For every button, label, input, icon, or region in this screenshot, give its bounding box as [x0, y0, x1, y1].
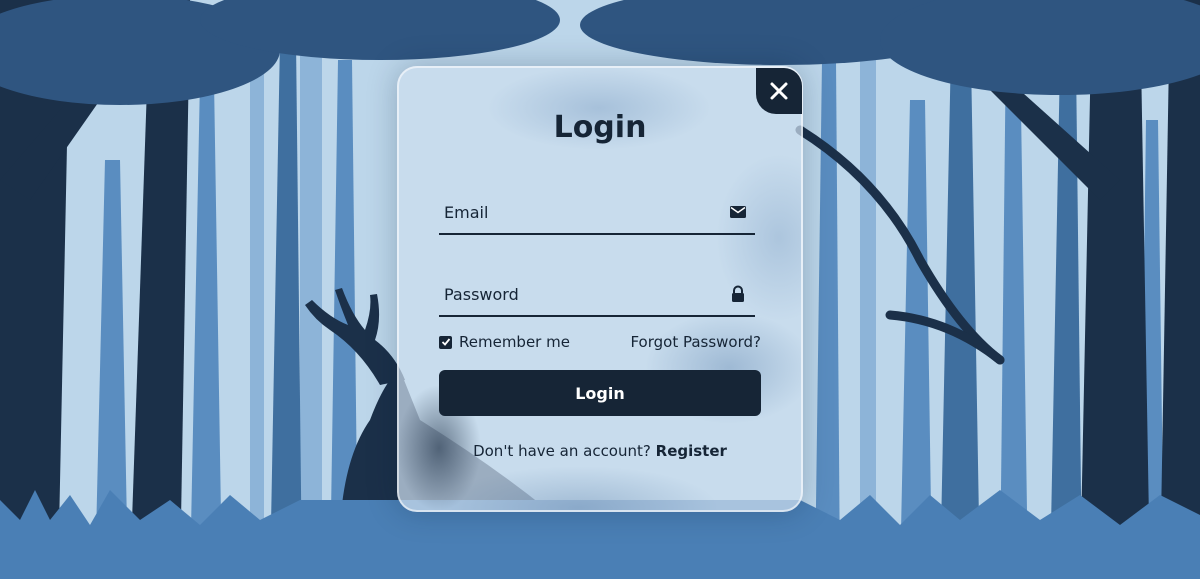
password-field[interactable]: [439, 273, 755, 317]
login-options-row: Remember me Forgot Password?: [439, 333, 761, 353]
login-button[interactable]: Login: [439, 370, 761, 416]
password-input[interactable]: [439, 273, 726, 315]
register-prompt: Don't have an account?: [473, 442, 651, 460]
close-icon: [770, 82, 788, 100]
login-title: Login: [553, 110, 647, 145]
remember-me[interactable]: Remember me: [439, 333, 570, 351]
remember-checkbox[interactable]: [439, 335, 452, 349]
register-link[interactable]: Register: [656, 442, 727, 460]
checkmark-icon: [441, 338, 450, 346]
close-button[interactable]: [756, 68, 802, 114]
envelope-icon: [730, 206, 746, 218]
email-input[interactable]: [439, 191, 726, 233]
remember-label: Remember me: [459, 333, 570, 351]
lock-icon: [732, 285, 744, 302]
email-field[interactable]: [439, 191, 755, 235]
forgot-password-link[interactable]: Forgot Password?: [630, 333, 761, 351]
register-prompt-line: Don't have an account? Register: [397, 442, 803, 460]
